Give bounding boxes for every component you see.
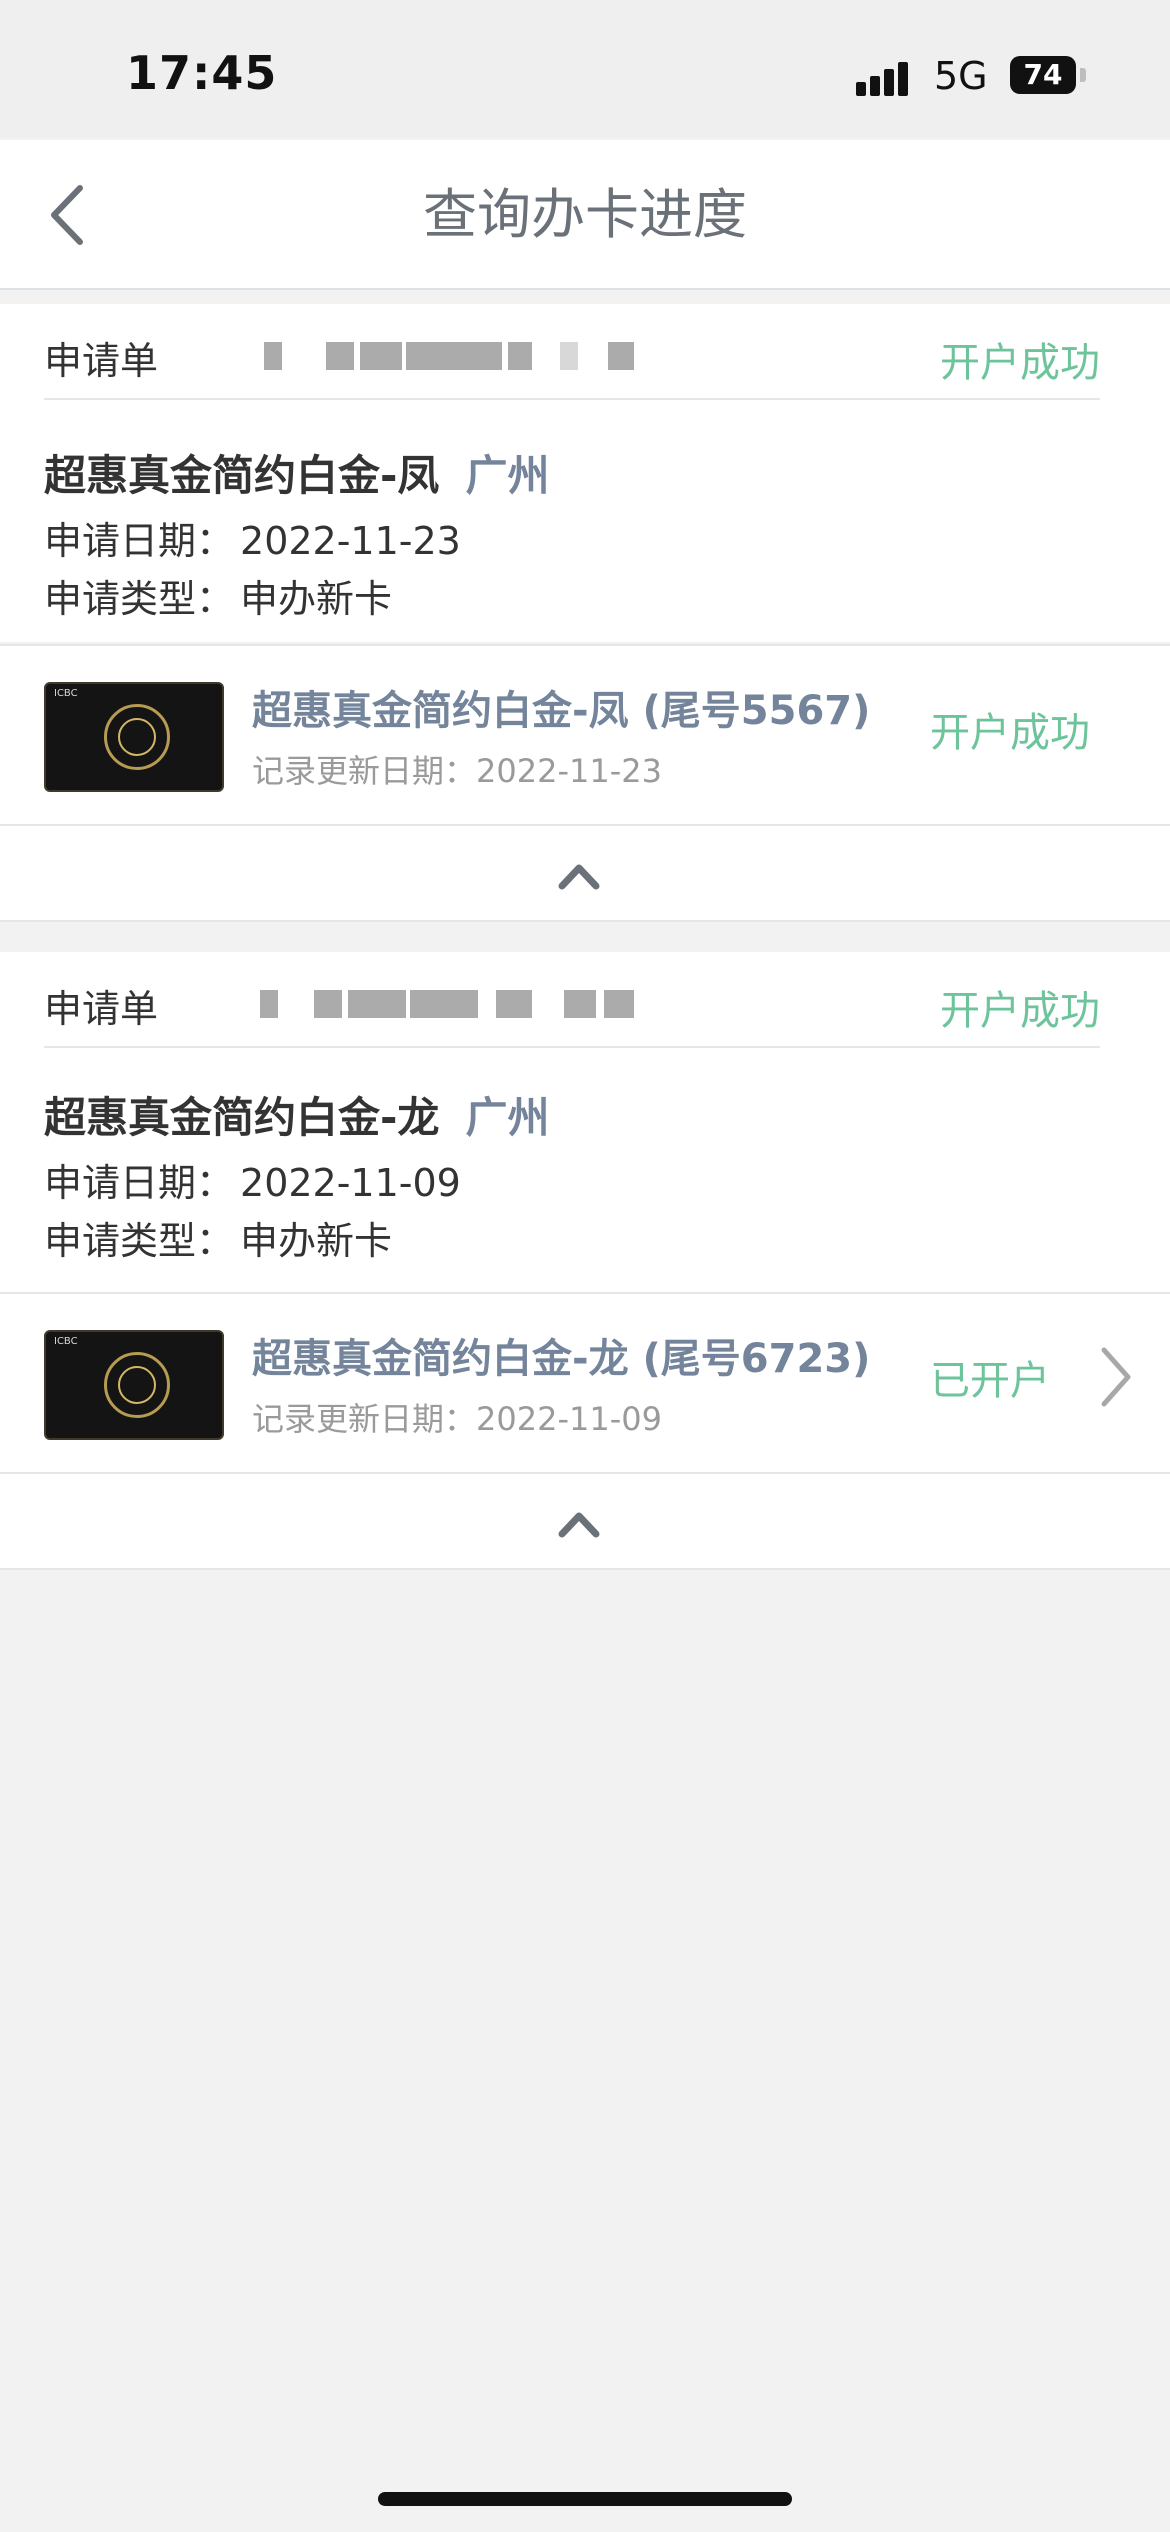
chevron-left-icon[interactable] [40, 180, 100, 250]
application-card: 申请单 开户成功 超惠真金简约白金-凤 广州 申请日期： 2022-11-23 申请… [0, 304, 1170, 642]
card-row[interactable]: ICBC 超惠真金简约白金-凤 (尾号5567) 记录更新日期：2022-11-… [0, 644, 1170, 826]
collapse-row[interactable] [0, 826, 1170, 922]
chevron-right-icon[interactable] [1096, 1342, 1136, 1412]
product-name: 超惠真金简约白金-龙 广州 [44, 1084, 549, 1145]
card-status: 开户成功 [930, 710, 1090, 756]
type-label: 申请类型： [44, 1219, 235, 1263]
application-number-label: 申请单 [44, 339, 159, 383]
collapse-row[interactable] [0, 1474, 1170, 1570]
type-value: 申办新卡 [240, 1219, 393, 1263]
product-label: 超惠真金简约白金-凤 [44, 451, 440, 500]
product-label: 超惠真金简约白金-龙 [44, 1093, 440, 1142]
update-date: 2022-11-23 [476, 752, 662, 790]
application-type: 申请类型： 申办新卡 [44, 568, 392, 623]
product-name: 超惠真金简约白金-凤 广州 [44, 442, 549, 503]
application-card: 申请单 开户成功 超惠真金简约白金-龙 广州 申请日期： 2022-11-09 申请… [0, 952, 1170, 1292]
card-thumbnail: ICBC [44, 682, 224, 792]
chevron-up-icon[interactable] [556, 1506, 602, 1540]
card-row[interactable]: ICBC 超惠真金简约白金-龙 (尾号6723) 记录更新日期：2022-11-… [0, 1292, 1170, 1474]
application-type: 申请类型： 申办新卡 [44, 1210, 392, 1265]
update-label: 记录更新日期： [252, 1400, 477, 1438]
application-date: 申请日期： 2022-11-09 [44, 1152, 461, 1207]
update-date: 2022-11-09 [476, 1400, 662, 1438]
date-label: 申请日期： [44, 519, 235, 563]
application-header: 申请单 开户成功 [44, 952, 1100, 1048]
signal-icon [856, 56, 916, 96]
status-time: 17:45 [126, 46, 278, 100]
update-label: 记录更新日期： [252, 752, 477, 790]
card-brand: ICBC [54, 688, 78, 699]
masked-application-number [184, 330, 704, 382]
page: 17:45 5G 74 查询办卡进度 申请单 开户成功 超惠真金简约白金-凤 广… [0, 0, 1170, 2532]
network-label: 5G [934, 54, 988, 98]
date-label: 申请日期： [44, 1161, 235, 1205]
record-update: 记录更新日期：2022-11-23 [252, 746, 662, 792]
type-value: 申办新卡 [240, 577, 393, 621]
chevron-up-icon[interactable] [556, 858, 602, 892]
application-header: 申请单 开户成功 [44, 304, 1100, 400]
application-number-label: 申请单 [44, 987, 159, 1031]
application-date: 申请日期： 2022-11-23 [44, 510, 461, 565]
city-label: 广州 [465, 1093, 550, 1142]
card-status: 已开户 [930, 1358, 1050, 1404]
type-label: 申请类型： [44, 577, 235, 621]
battery-tip [1080, 68, 1086, 82]
battery-level: 74 [1023, 58, 1063, 91]
page-title: 查询办卡进度 [423, 183, 747, 246]
card-name: 超惠真金简约白金-凤 (尾号5567) [252, 688, 871, 734]
battery-icon: 74 [1010, 56, 1076, 94]
card-thumbnail: ICBC [44, 1330, 224, 1440]
card-brand: ICBC [54, 1336, 78, 1347]
date-value: 2022-11-09 [240, 1161, 461, 1205]
home-indicator[interactable] [378, 2492, 792, 2506]
card-flower-core [118, 718, 156, 756]
application-status: 开户成功 [940, 988, 1100, 1034]
application-status: 开户成功 [940, 340, 1100, 386]
record-update: 记录更新日期：2022-11-09 [252, 1394, 662, 1440]
city-label: 广州 [465, 451, 550, 500]
nav-bar: 查询办卡进度 [0, 140, 1170, 290]
masked-application-number [184, 978, 704, 1030]
date-value: 2022-11-23 [240, 519, 461, 563]
status-bar: 17:45 5G 74 [0, 0, 1170, 138]
card-flower-core [118, 1366, 156, 1404]
card-name: 超惠真金简约白金-龙 (尾号6723) [252, 1336, 871, 1382]
